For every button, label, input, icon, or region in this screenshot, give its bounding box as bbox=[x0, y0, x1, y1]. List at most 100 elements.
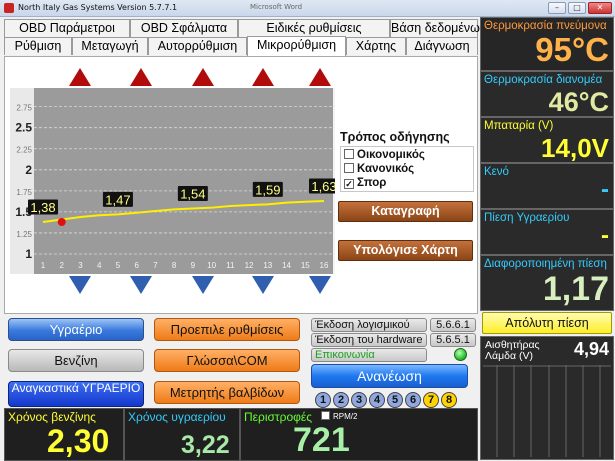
language-com-button[interactable]: Γλώσσα\COM bbox=[154, 349, 300, 372]
calculate-map-button[interactable]: Υπολόγισε Χάρτη bbox=[338, 240, 473, 261]
hardware-version-label: Έκδοση του hardware bbox=[311, 333, 427, 347]
drive-mode-normal[interactable]: Κανονικός bbox=[344, 163, 414, 175]
chart-plot-area bbox=[34, 88, 333, 274]
forced-lpg-button[interactable]: Αναγκαστικά ΥΓΡΑΕΡΙΟ bbox=[8, 381, 144, 407]
lpg-pressure-value: - bbox=[601, 222, 609, 249]
chart-xtick-label: 2 bbox=[60, 261, 65, 270]
normal-checkbox[interactable] bbox=[344, 163, 354, 173]
decrease-arrow-3[interactable] bbox=[192, 276, 214, 294]
tab-special-settings[interactable]: Ειδικές ρυθμίσεις bbox=[238, 19, 390, 37]
rpm-half-option[interactable]: RPM/2 bbox=[321, 411, 357, 421]
refresh-button[interactable]: Ανανέωση bbox=[311, 364, 468, 388]
chart-data-label: 1,63 bbox=[311, 179, 335, 194]
vacuum-panel: Κενό - bbox=[480, 163, 614, 209]
petrol-button[interactable]: Βενζίνη bbox=[8, 349, 144, 372]
lambda-graph bbox=[483, 365, 611, 457]
increase-arrow-2[interactable] bbox=[130, 68, 152, 86]
tab-setup[interactable]: Ρύθμιση bbox=[4, 37, 72, 55]
absolute-pressure-button[interactable]: Απόλυτη πίεση bbox=[482, 312, 612, 334]
battery-value: 14,0V bbox=[541, 133, 609, 163]
tab-fine-tuning[interactable]: Μικρορύθμιση bbox=[247, 36, 346, 56]
communication-label: Επικοινωνία bbox=[311, 348, 427, 362]
cylinder-2-indicator: 2 bbox=[333, 392, 349, 408]
tab-autocalibration[interactable]: Αυτορρύθμιση bbox=[148, 37, 247, 55]
window-title: North Italy Gas Systems Version 5.7.7.1 bbox=[18, 3, 178, 12]
chart-data-label: 1,47 bbox=[105, 192, 130, 207]
chart-xtick-label: 16 bbox=[320, 261, 329, 270]
cylinder-5-indicator: 5 bbox=[387, 392, 403, 408]
reducer-temperature-panel: Θερμοκρασία διανομέα 46°C bbox=[480, 71, 614, 117]
app-window: North Italy Gas Systems Version 5.7.7.1 … bbox=[0, 0, 615, 461]
chart-xtick-label: 9 bbox=[191, 261, 196, 270]
chart-xtick-label: 12 bbox=[245, 261, 254, 270]
lambda-label: Αισθητήρας Λάμδα (V) bbox=[485, 339, 540, 362]
cylinder-7-indicator: 7 bbox=[423, 392, 439, 408]
cylinder-3-indicator: 3 bbox=[351, 392, 367, 408]
app-icon bbox=[4, 3, 14, 13]
decrease-arrow-2[interactable] bbox=[130, 276, 152, 294]
economy-label: Οικονομικός bbox=[357, 149, 425, 161]
chart-ytick-label: 1.25 bbox=[16, 230, 32, 239]
drive-mode-box: Οικονομικός Κανονικός ✓ Σπορ bbox=[340, 146, 474, 192]
lpg-pressure-panel: Πίεση Υγραερίου - bbox=[480, 209, 614, 255]
minimize-button[interactable]: – bbox=[548, 2, 566, 14]
normal-label: Κανονικός bbox=[357, 163, 415, 175]
chart-ytick-label: 2.5 bbox=[15, 121, 32, 135]
tab-map[interactable]: Χάρτης bbox=[346, 37, 406, 55]
communication-status-led bbox=[454, 348, 467, 361]
increase-arrow-5[interactable] bbox=[309, 68, 331, 86]
lpg-time-value: 3,22 bbox=[181, 431, 230, 459]
hardware-version-value: 5.6.5.1 bbox=[430, 333, 476, 347]
economy-checkbox[interactable] bbox=[344, 149, 354, 159]
maximize-button[interactable]: □ bbox=[568, 2, 586, 14]
increase-arrow-3[interactable] bbox=[192, 68, 214, 86]
drive-mode-economy[interactable]: Οικονομικός bbox=[344, 149, 425, 161]
lambda-graph-bg bbox=[483, 365, 611, 457]
rpm-value: 721 bbox=[293, 421, 350, 459]
tab-diagnostics[interactable]: Διάγνωση bbox=[406, 37, 478, 55]
valve-counter-button[interactable]: Μετρητής βαλβίδων bbox=[154, 381, 300, 404]
lambda-value: 4,94 bbox=[573, 339, 609, 359]
tab-database[interactable]: Βάση δεδομένων bbox=[390, 19, 486, 37]
petrol-time-value: 2,30 bbox=[47, 423, 110, 459]
chart-ytick-label: 2 bbox=[25, 163, 32, 177]
vacuum-label: Κενό bbox=[484, 166, 509, 178]
rpm-half-label: RPM/2 bbox=[333, 412, 358, 421]
chart-xtick-label: 3 bbox=[78, 261, 83, 270]
decrease-arrow-5[interactable] bbox=[309, 276, 331, 294]
sport-checkbox[interactable]: ✓ bbox=[344, 179, 354, 189]
lpg-time-label: Χρόνος υγραερίου bbox=[128, 410, 226, 424]
tab-obd-errors[interactable]: OBD Σφάλματα bbox=[130, 19, 238, 37]
correction-chart[interactable]: 2.752.52.2521.751.51.251 1 2 3 4 5 6 7 8 9 10 11 12… bbox=[10, 88, 335, 274]
lambda-panel: Αισθητήρας Λάμδα (V) 4,94 bbox=[480, 336, 614, 460]
reducer-temperature-value: 46°C bbox=[548, 87, 609, 117]
cylinder-8-indicator: 8 bbox=[441, 392, 457, 408]
software-version-label: Έκδοση λογισμικού bbox=[311, 318, 427, 332]
chart-xtick-label: 15 bbox=[301, 261, 310, 270]
petrol-time-label: Χρόνος βενζίνης bbox=[8, 410, 96, 424]
sport-label: Σπορ bbox=[357, 177, 387, 189]
preset-settings-button[interactable]: Προεπιλε ρυθμίσεις bbox=[154, 318, 300, 341]
decrease-arrow-4[interactable] bbox=[252, 276, 274, 294]
record-button[interactable]: Καταγραφή bbox=[338, 201, 473, 222]
rpm-half-checkbox[interactable] bbox=[321, 411, 330, 420]
increase-arrow-4[interactable] bbox=[252, 68, 274, 86]
gas-temperature-value: 95°C bbox=[535, 31, 609, 68]
increase-arrow-1[interactable] bbox=[69, 68, 91, 86]
decrease-arrow-1[interactable] bbox=[69, 276, 91, 294]
chart-xtick-label: 10 bbox=[207, 261, 216, 270]
chart-xtick-label: 13 bbox=[263, 261, 272, 270]
software-version-value: 5.6.6.1 bbox=[430, 318, 476, 332]
tab-switching[interactable]: Μεταγωγή bbox=[72, 37, 148, 55]
vacuum-value: - bbox=[601, 176, 609, 203]
battery-panel: Μπαταρία (V) 14,0V bbox=[480, 117, 614, 163]
chart-ytick-label: 2.75 bbox=[16, 104, 32, 113]
chart-data-label: 1,59 bbox=[255, 182, 280, 197]
lpg-button[interactable]: Υγραέριο bbox=[8, 318, 144, 341]
chart-xtick-label: 6 bbox=[134, 261, 139, 270]
close-button[interactable]: ✕ bbox=[588, 2, 612, 14]
differential-pressure-label: Διαφοροποιημένη πίεση bbox=[484, 258, 607, 270]
drive-mode-sport[interactable]: ✓ Σπορ bbox=[344, 177, 386, 189]
tab-obd-parameters[interactable]: OBD Παράμετροι bbox=[4, 19, 130, 37]
gas-temperature-panel: Θερμοκρασία πνεύμονα 95°C bbox=[480, 17, 614, 71]
